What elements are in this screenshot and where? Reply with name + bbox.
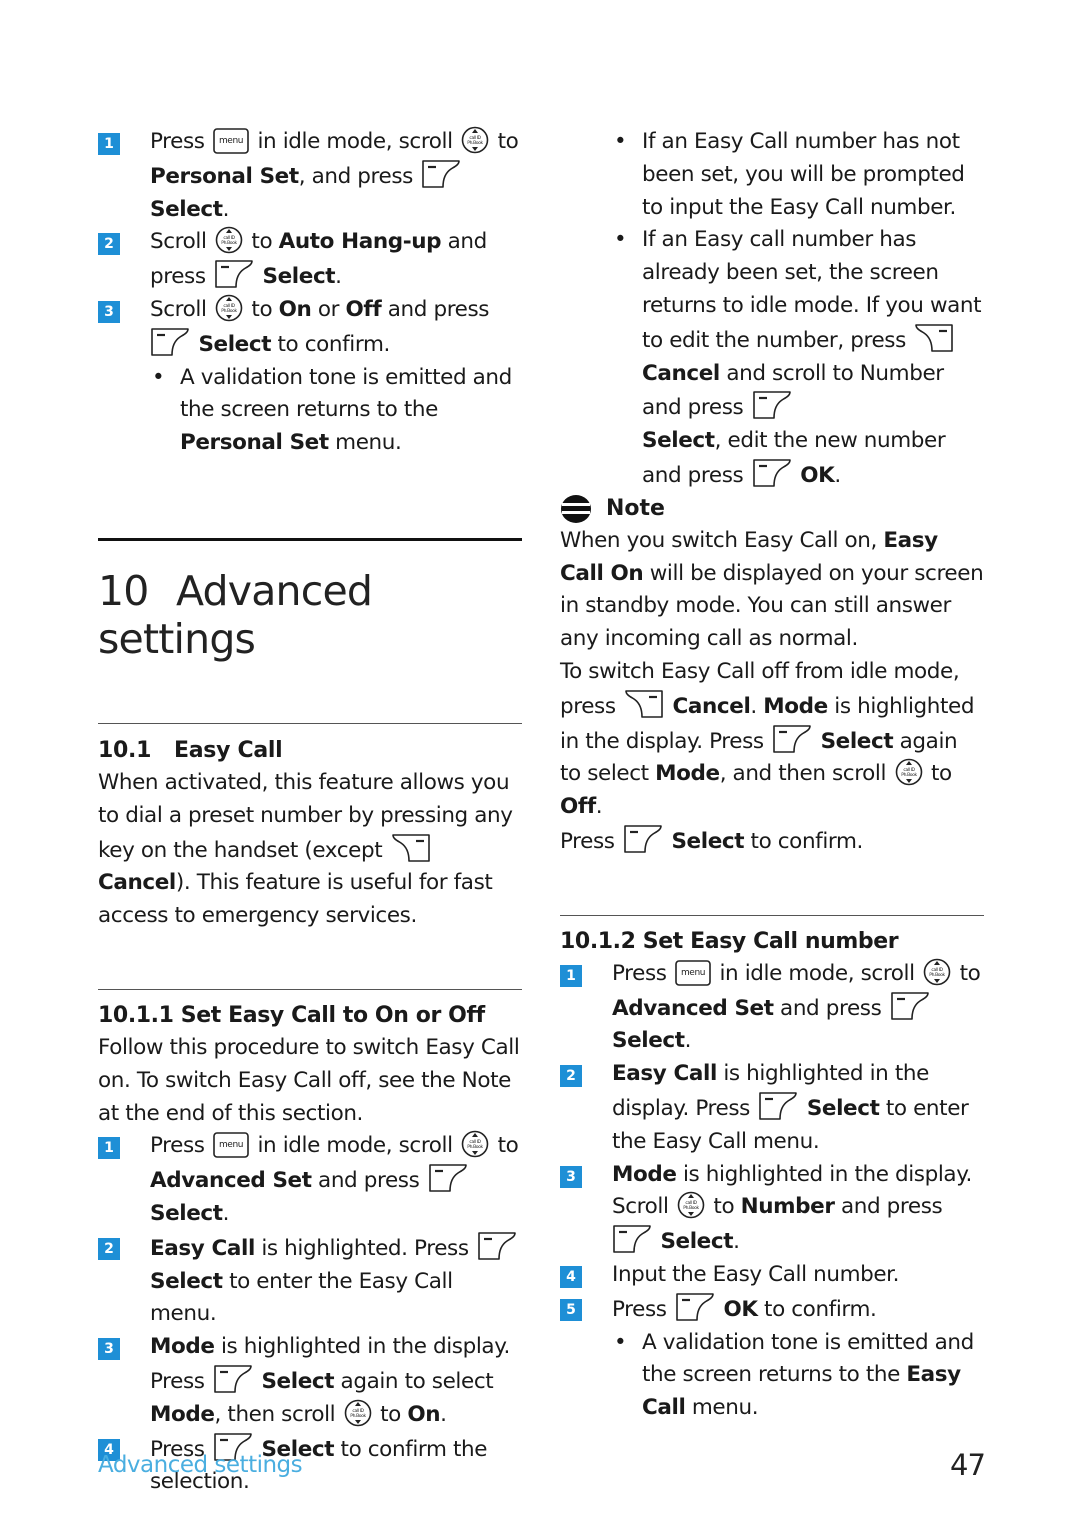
left-softkey-select-icon bbox=[428, 1163, 468, 1193]
section-divider bbox=[98, 722, 522, 724]
note-heading: Note bbox=[560, 493, 984, 525]
scroll-navigation-key-icon bbox=[215, 294, 243, 322]
step-5-confirm: 5 Press OK to confirm. bbox=[560, 1292, 984, 1327]
page-number: 47 bbox=[950, 1448, 986, 1482]
step-number-badge: 1 bbox=[560, 964, 582, 987]
step-1-personal-set: 1 Press in idle mode, scroll to Personal… bbox=[98, 126, 522, 226]
subsection-heading-on-off: 10.1.1 Set Easy Call to On or Off bbox=[98, 1002, 485, 1028]
step-number-badge: 5 bbox=[560, 1298, 582, 1321]
menu-key-icon bbox=[675, 960, 711, 986]
bullet-number-not-set: • If an Easy Call number has not been se… bbox=[614, 129, 965, 220]
left-softkey-select-icon bbox=[150, 327, 190, 357]
step-2-easy-call-highlighted: 2 Easy Call is highlighted in the displa… bbox=[560, 1058, 984, 1158]
step-3-scroll-number: 3 Mode is highlighted in the display. Sc… bbox=[560, 1159, 984, 1259]
menu-key-icon bbox=[213, 1132, 249, 1158]
step-number-badge: 2 bbox=[98, 1237, 120, 1260]
section-heading: 10.1 Easy Call bbox=[98, 737, 283, 763]
left-softkey-select-icon bbox=[612, 1224, 652, 1254]
step-number-badge: 3 bbox=[98, 300, 120, 323]
note-paragraph-1: When you switch Easy Call on, Easy Call … bbox=[560, 527, 984, 652]
left-softkey-select-icon bbox=[772, 724, 812, 754]
subsection-intro: Follow this procedure to switch Easy Cal… bbox=[98, 1034, 520, 1126]
step-number-badge: 1 bbox=[98, 1137, 120, 1160]
note-icon bbox=[561, 494, 591, 523]
right-softkey-cancel-icon bbox=[624, 689, 664, 719]
menu-key-icon bbox=[213, 128, 249, 154]
scroll-navigation-key-icon bbox=[461, 1130, 489, 1158]
result-bullet: • A validation tone is emitted and the s… bbox=[614, 1329, 974, 1421]
step-3-mode-on: 3 Mode is highlighted in the display. Pr… bbox=[98, 1331, 522, 1431]
step-2-auto-hang-up: 2 Scroll to Auto Hang-up and press Selec… bbox=[98, 226, 522, 294]
scroll-navigation-key-icon bbox=[895, 758, 923, 786]
bullet-number-already-set: • If an Easy call number has already bee… bbox=[614, 227, 982, 488]
step-number-badge: 2 bbox=[560, 1065, 582, 1088]
left-softkey-select-icon bbox=[758, 1091, 798, 1121]
step-1-advanced-set: 1 Press in idle mode, scroll to Advanced… bbox=[98, 1130, 522, 1230]
left-softkey-select-icon bbox=[623, 824, 663, 854]
scroll-navigation-key-icon bbox=[344, 1399, 372, 1427]
left-softkey-select-icon bbox=[752, 390, 792, 420]
left-softkey-select-icon bbox=[890, 991, 930, 1021]
chapter-divider bbox=[98, 537, 522, 541]
subsection-divider bbox=[560, 914, 984, 916]
chapter-title: 10 Advanced settings bbox=[98, 566, 373, 663]
left-softkey-select-icon bbox=[477, 1231, 517, 1261]
note-paragraph-2: To switch Easy Call off from idle mode, … bbox=[560, 658, 975, 854]
scroll-navigation-key-icon bbox=[677, 1191, 705, 1219]
left-column: 1 Press in idle mode, scroll to Personal… bbox=[98, 126, 522, 1499]
left-softkey-select-icon bbox=[213, 1364, 253, 1394]
subsection-heading-number: 10.1.2 Set Easy Call number bbox=[560, 928, 899, 954]
left-softkey-select-icon bbox=[675, 1292, 715, 1322]
footer-section-title: Advanced settings bbox=[98, 1452, 303, 1478]
subsection-divider bbox=[98, 988, 522, 990]
step-number-badge: 3 bbox=[98, 1338, 120, 1361]
result-bullet: • A validation tone is emitted and the s… bbox=[152, 364, 512, 456]
step-number-badge: 3 bbox=[560, 1165, 582, 1188]
step-4-input-number: 4 Input the Easy Call number. bbox=[560, 1259, 984, 1292]
step-number-badge: 4 bbox=[560, 1265, 582, 1288]
right-softkey-cancel-icon bbox=[914, 323, 954, 353]
left-softkey-select-icon bbox=[214, 259, 254, 289]
right-softkey-cancel-icon bbox=[391, 833, 431, 863]
scroll-navigation-key-icon bbox=[923, 958, 951, 986]
left-softkey-select-icon bbox=[752, 458, 792, 488]
step-number-badge: 1 bbox=[98, 133, 120, 155]
right-column: • If an Easy Call number has not been se… bbox=[560, 126, 984, 1425]
step-3-on-or-off: 3 Scroll to On or Off and press Select t… bbox=[98, 294, 522, 362]
scroll-navigation-key-icon bbox=[215, 226, 243, 254]
step-number-badge: 2 bbox=[98, 233, 120, 256]
step-1-advanced-set: 1 Press in idle mode, scroll to Advanced… bbox=[560, 958, 984, 1058]
left-softkey-select-icon bbox=[421, 159, 461, 189]
section-description: When activated, this feature allows you … bbox=[98, 769, 513, 929]
step-2-easy-call-highlighted: 2 Easy Call is highlighted. Press Select… bbox=[98, 1231, 522, 1331]
scroll-navigation-key-icon bbox=[461, 126, 489, 154]
